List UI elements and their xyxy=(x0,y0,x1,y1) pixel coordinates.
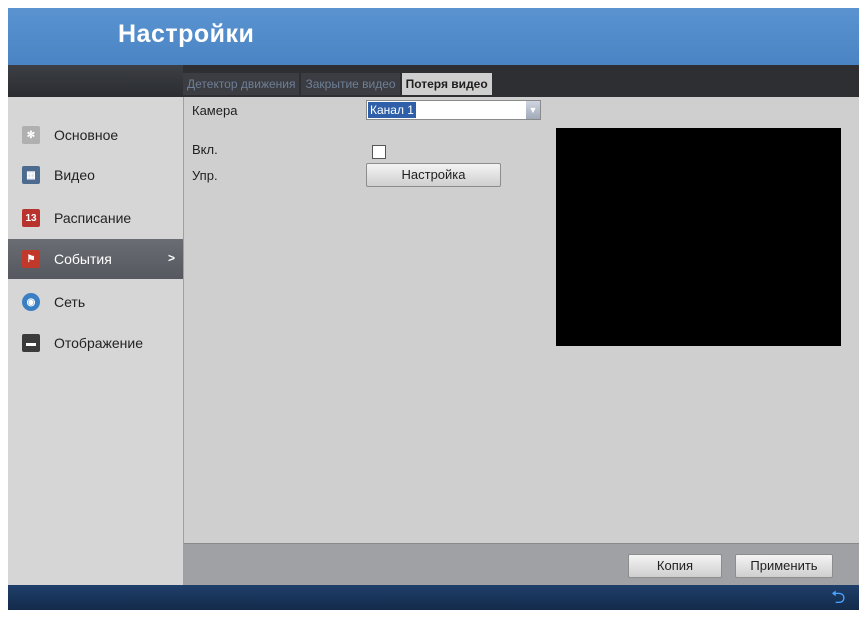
sidebar-header xyxy=(8,65,183,97)
settings-window: Настройки Детектор движения Закрытие вид… xyxy=(8,8,859,610)
sidebar-item-network[interactable]: ◉ Сеть xyxy=(8,282,183,322)
sidebar-item-label: Видео xyxy=(54,167,95,183)
enable-checkbox[interactable] xyxy=(372,145,386,159)
calendar-icon: 13 xyxy=(22,209,40,227)
apply-button[interactable]: Применить xyxy=(735,554,833,578)
tab-video-loss[interactable]: Потеря видео xyxy=(401,73,492,95)
settings-button[interactable]: Настройка xyxy=(366,163,501,187)
gear-icon: ✻ xyxy=(22,126,40,144)
sidebar-item-events[interactable]: ⚑ События > xyxy=(8,239,183,279)
footer-bar: ⮌ xyxy=(8,585,859,610)
enable-label: Вкл. xyxy=(192,142,218,157)
sidebar-item-label: События xyxy=(54,251,112,267)
sidebar-item-label: Расписание xyxy=(54,210,132,226)
sidebar-item-video[interactable]: ▦ Видео xyxy=(8,155,183,195)
return-arrow-icon[interactable]: ⮌ xyxy=(831,588,851,606)
sidebar-item-display[interactable]: ▬ Отображение xyxy=(8,323,183,363)
video-icon: ▦ xyxy=(22,166,40,184)
events-flag-icon: ⚑ xyxy=(22,250,40,268)
sidebar-item-label: Сеть xyxy=(54,294,86,310)
sidebar: ✻ Основное ▦ Видео 13 Расписание ⚑ Событ… xyxy=(8,97,184,585)
camera-label: Камера xyxy=(192,103,238,118)
chevron-down-icon: ▼ xyxy=(526,101,540,119)
chevron-right-icon: > xyxy=(167,251,175,265)
control-label: Упр. xyxy=(192,168,218,183)
sidebar-item-label: Отображение xyxy=(54,335,144,351)
camera-select[interactable]: Канал 1 ▼ xyxy=(366,100,541,120)
display-icon: ▬ xyxy=(22,334,40,352)
copy-button[interactable]: Копия xyxy=(628,554,722,578)
sidebar-item-basic[interactable]: ✻ Основное xyxy=(8,115,183,155)
tab-motion-detection[interactable]: Детектор движения xyxy=(183,73,300,95)
globe-icon: ◉ xyxy=(22,293,40,311)
sidebar-item-label: Основное xyxy=(54,127,119,143)
video-preview xyxy=(556,128,841,346)
tab-video-tampering[interactable]: Закрытие видео xyxy=(301,73,400,95)
window-title: Настройки xyxy=(118,20,255,48)
camera-select-value: Канал 1 xyxy=(368,102,416,118)
title-bar: Настройки xyxy=(8,8,859,65)
sidebar-item-schedule[interactable]: 13 Расписание xyxy=(8,198,183,238)
tab-bar: Детектор движения Закрытие видео Потеря … xyxy=(183,73,494,95)
